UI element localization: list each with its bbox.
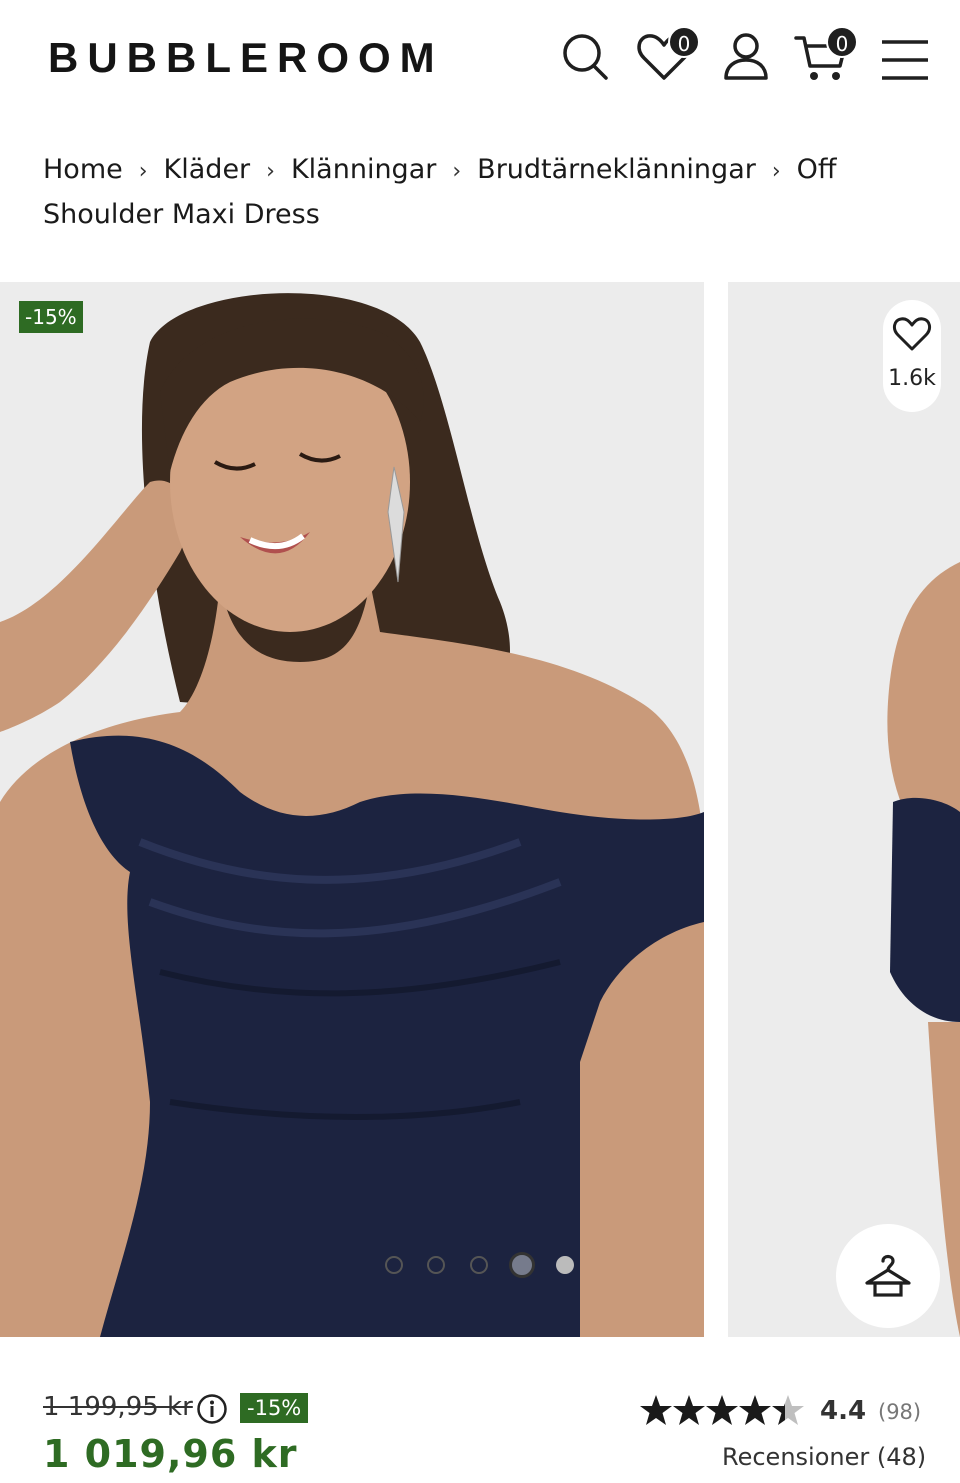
wishlist-count-badge: 0 — [668, 26, 700, 58]
breadcrumb-klader[interactable]: Kläder — [164, 154, 251, 185]
brand-logo[interactable]: BUBBLEROOM — [48, 34, 444, 82]
pagination-dot[interactable] — [385, 1256, 403, 1274]
hanger-icon — [865, 1254, 911, 1297]
star-icon — [673, 1395, 705, 1425]
breadcrumb-klanningar[interactable]: Klänningar — [291, 154, 436, 185]
price-discount-badge: -15% — [240, 1393, 309, 1423]
breadcrumb: Home › Kläder › Klänningar › Brudtärneklänning… — [43, 148, 843, 236]
pagination-dot[interactable] — [427, 1256, 445, 1274]
star-icon — [706, 1395, 738, 1425]
model-photo — [0, 282, 704, 1337]
breadcrumb-brudtarneklanningar[interactable]: Brudtärneklänningar — [477, 154, 756, 185]
cart-count-badge: 0 — [826, 26, 858, 58]
heart-icon — [892, 317, 932, 351]
breadcrumb-separator: › — [452, 159, 462, 184]
site-header: BUBBLEROOM 0 0 — [0, 0, 960, 120]
rating-stars — [640, 1395, 804, 1425]
fitting-room-button[interactable] — [836, 1224, 940, 1328]
rating-value: 4.4 — [820, 1396, 867, 1426]
favorites-count: 1.6k — [888, 366, 936, 391]
pagination-dot[interactable] — [470, 1256, 488, 1274]
discount-badge: -15% — [19, 301, 83, 333]
product-image-next[interactable] — [728, 282, 960, 1337]
search-icon[interactable] — [555, 26, 615, 86]
star-icon — [640, 1395, 672, 1425]
current-price: 1 019,96 kr — [43, 1432, 298, 1476]
original-price: 1 199,95 kr — [43, 1392, 193, 1422]
reviews-link[interactable]: Recensioner (48) — [722, 1443, 926, 1471]
menu-icon[interactable] — [876, 26, 936, 86]
favorite-button[interactable]: 1.6k — [883, 300, 941, 412]
breadcrumb-separator: › — [771, 159, 781, 184]
breadcrumb-separator: › — [138, 159, 148, 184]
product-image-gallery[interactable]: -15% — [0, 282, 960, 1337]
pagination-dot-active[interactable] — [509, 1252, 535, 1278]
breadcrumb-separator: › — [266, 159, 275, 184]
info-icon[interactable] — [196, 1393, 228, 1425]
product-image-main[interactable]: -15% — [0, 282, 704, 1337]
user-icon[interactable] — [716, 26, 776, 86]
star-icon — [739, 1395, 771, 1425]
star-icon-partial — [772, 1395, 804, 1425]
breadcrumb-home[interactable]: Home — [43, 154, 123, 185]
pagination-dot[interactable] — [556, 1256, 574, 1274]
rating-count: (98) — [878, 1400, 922, 1424]
model-photo-next — [728, 282, 960, 1337]
